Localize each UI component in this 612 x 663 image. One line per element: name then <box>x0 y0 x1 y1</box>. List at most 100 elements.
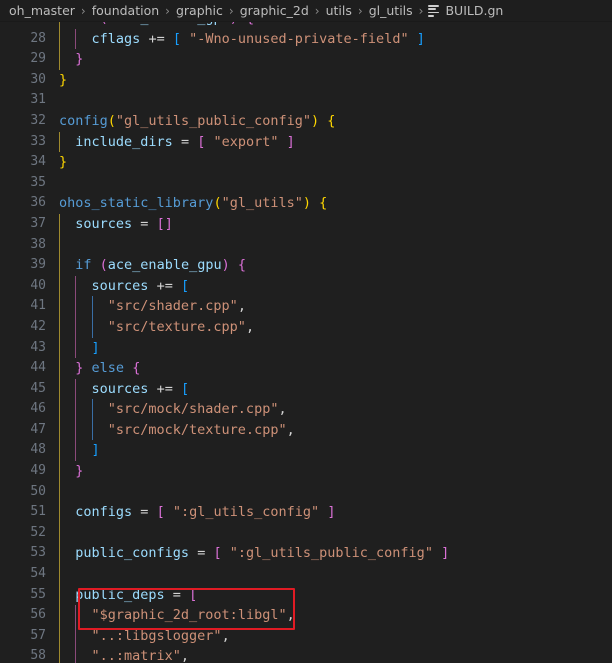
indent-guide-level-2 <box>75 419 77 441</box>
code-line-content <box>46 234 612 256</box>
line-number[interactable]: 51 <box>0 502 46 523</box>
line-number[interactable]: 45 <box>0 379 46 400</box>
breadcrumb-item-gl_utils[interactable]: gl_utils <box>368 3 414 18</box>
code-tokens: ] <box>59 338 100 359</box>
token: , <box>245 318 255 335</box>
line-number[interactable]: 34 <box>0 152 46 173</box>
line-number[interactable]: 55 <box>0 585 46 606</box>
code-tokens: config("gl_utils_public_config") { <box>59 111 335 132</box>
token: config <box>59 112 108 129</box>
indent-guide-level-2 <box>75 275 77 297</box>
line-number[interactable]: 58 <box>0 646 46 663</box>
token: "src/mock/texture.cpp" <box>107 421 287 438</box>
indent-guide-level-2 <box>75 399 77 420</box>
code-line-content <box>46 173 612 194</box>
line-number[interactable]: 40 <box>0 276 46 297</box>
token: += <box>148 30 165 47</box>
code-editor[interactable]: 27if (!ace_enable_gpu) {28 cflags += [ "-… <box>0 22 612 663</box>
code-tokens: } <box>59 461 83 482</box>
line-number[interactable]: 56 <box>0 605 46 626</box>
token: "src/texture.cpp" <box>107 318 246 335</box>
line-number[interactable]: 37 <box>0 214 46 235</box>
code-line-content: public_configs = [ ":gl_utils_public_con… <box>46 543 612 565</box>
line-number[interactable]: 49 <box>0 461 46 482</box>
code-line-content: ] <box>46 337 612 359</box>
line-number[interactable]: 28 <box>0 29 46 50</box>
line-number[interactable]: 57 <box>0 626 46 647</box>
code-line: 52 <box>0 522 612 544</box>
token: cflags <box>91 30 141 47</box>
line-number[interactable]: 48 <box>0 440 46 461</box>
code-line-content: ] <box>46 440 612 462</box>
code-line: 45 sources += [ <box>0 378 612 400</box>
line-number[interactable]: 42 <box>0 317 46 338</box>
token: ( <box>107 112 116 129</box>
code-line: 27 if (!ace_enable_gpu) { <box>0 22 612 29</box>
line-number[interactable]: 41 <box>0 296 46 317</box>
token: ace_enable_gpu <box>116 22 230 26</box>
line-number[interactable]: 35 <box>0 173 46 194</box>
breadcrumb-item-graphic[interactable]: graphic <box>175 3 224 18</box>
code-line-list: 27if (!ace_enable_gpu) {28 cflags += [ "-… <box>0 22 612 663</box>
breadcrumb-item-utils[interactable]: utils <box>325 3 353 18</box>
line-number[interactable]: 46 <box>0 399 46 420</box>
token: "src/shader.cpp" <box>107 298 238 315</box>
line-number[interactable]: 50 <box>0 482 46 503</box>
code-line: 31 <box>0 90 612 111</box>
line-number[interactable]: 39 <box>0 255 46 276</box>
breadcrumb-item-graphic_2d[interactable]: graphic_2d <box>239 3 310 18</box>
line-number[interactable]: 43 <box>0 338 46 359</box>
line-number[interactable]: 31 <box>0 90 46 111</box>
token: public_deps <box>75 586 165 603</box>
token: { <box>327 112 336 129</box>
token: ! <box>108 22 116 26</box>
code-line-content: "src/shader.cpp", <box>46 296 612 317</box>
breadcrumb-separator: › <box>165 3 170 18</box>
token: public_configs <box>75 545 190 562</box>
token: } <box>75 51 84 68</box>
indent-guide-level-1 <box>59 255 60 276</box>
breadcrumb-item-foundation[interactable]: foundation <box>91 3 160 18</box>
line-number[interactable]: 53 <box>0 543 46 564</box>
code-line-content <box>46 522 612 544</box>
line-number[interactable]: 29 <box>0 49 46 70</box>
code-line: 47 "src/mock/texture.cpp", <box>0 419 612 441</box>
line-number[interactable]: 54 <box>0 564 46 585</box>
line-number[interactable]: 32 <box>0 111 46 132</box>
code-tokens: public_configs = [ ":gl_utils_public_con… <box>59 543 449 564</box>
indent-guide-level-1 <box>59 584 60 606</box>
line-number[interactable]: 52 <box>0 523 46 544</box>
line-number[interactable]: 30 <box>0 70 46 91</box>
indent-guide-level-2 <box>75 378 77 400</box>
code-tokens: "..:libgslogger", <box>59 626 230 647</box>
token: } <box>59 71 68 88</box>
line-number[interactable]: 27 <box>0 22 46 29</box>
line-number[interactable]: 44 <box>0 358 46 379</box>
line-number[interactable]: 33 <box>0 132 46 153</box>
line-number[interactable]: 47 <box>0 420 46 441</box>
code-line-content: sources += [ <box>46 378 612 400</box>
line-number[interactable]: 38 <box>0 235 46 256</box>
token: [ <box>156 504 165 521</box>
code-tokens: } <box>59 152 67 173</box>
breadcrumb-item-file[interactable]: BUILD.gn <box>428 3 504 18</box>
indent-guide-level-2 <box>75 28 77 50</box>
indent-guide-level-1 <box>59 22 60 29</box>
indent-guide-level-1 <box>59 131 60 153</box>
code-line-content: if (!ace_enable_gpu) { <box>46 22 612 29</box>
code-tokens: cflags += [ "-Wno-unused-private-field" … <box>59 29 425 50</box>
token: ( <box>99 257 108 274</box>
token: sources <box>91 277 149 294</box>
breadcrumb-item-oh_master[interactable]: oh_master <box>8 3 76 18</box>
token: } <box>59 154 68 171</box>
code-line-content: ohos_static_library("gl_utils") { <box>46 193 612 214</box>
line-number[interactable]: 36 <box>0 193 46 214</box>
code-line: 34} <box>0 152 612 173</box>
token: { <box>132 360 141 377</box>
code-line: 42 "src/texture.cpp", <box>0 316 612 338</box>
